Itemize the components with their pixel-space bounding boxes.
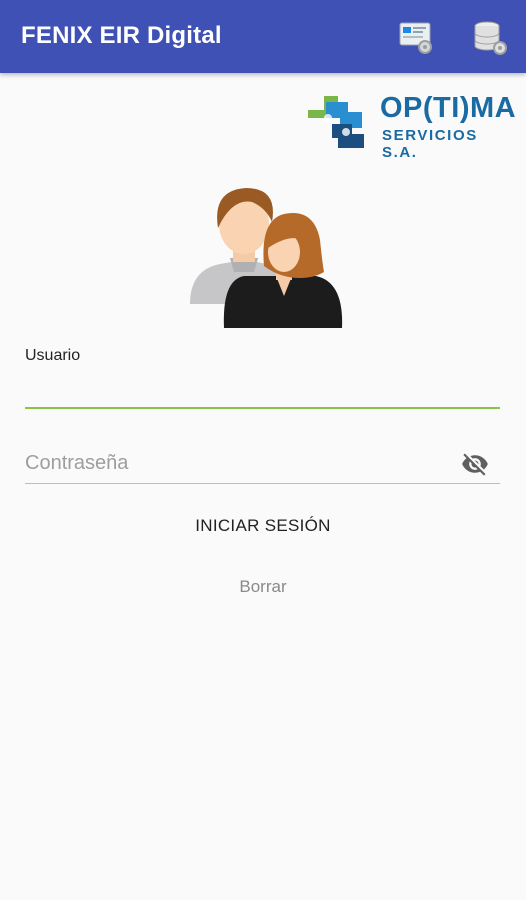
logo-subtitle-text: SERVICIOS S.A. <box>382 127 478 161</box>
company-logo: OP(TI)MA SERVICIOS S.A. <box>306 88 516 161</box>
server-settings-icon <box>399 22 432 54</box>
database-settings-button[interactable] <box>470 18 510 58</box>
username-label: Usuario <box>25 347 81 364</box>
clear-button[interactable]: Borrar <box>203 570 323 604</box>
database-settings-icon <box>474 21 507 55</box>
optima-logo-icon <box>308 96 364 148</box>
password-visibility-toggle[interactable] <box>460 450 490 478</box>
username-underline <box>25 407 500 409</box>
server-settings-button[interactable] <box>396 18 436 58</box>
login-button[interactable]: INICIAR SESIÓN <box>163 508 363 544</box>
app-title: FENIX EIR Digital <box>21 22 222 49</box>
app-bar: FENIX EIR Digital <box>0 0 526 73</box>
visibility-off-icon <box>462 453 488 476</box>
password-underline <box>25 483 500 484</box>
username-input[interactable] <box>25 368 500 404</box>
logo-brand-text: OP(TI)MA <box>380 92 517 124</box>
password-input[interactable] <box>25 444 455 482</box>
users-avatar-icon <box>184 186 344 332</box>
